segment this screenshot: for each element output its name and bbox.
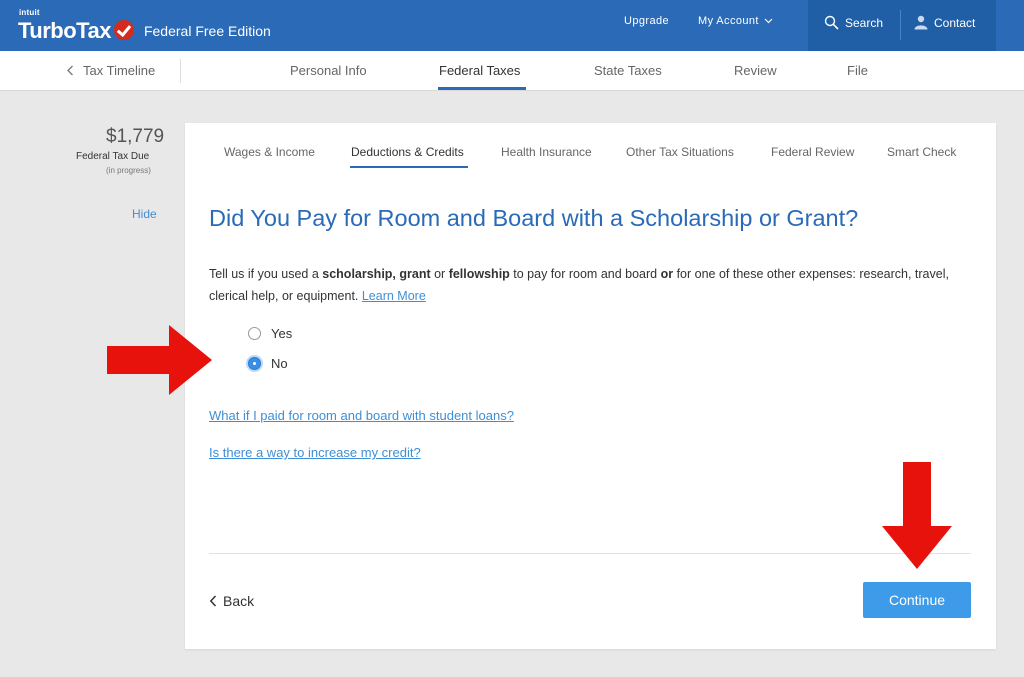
increase-credit-help-link[interactable]: Is there a way to increase my credit? <box>209 445 421 460</box>
student-loans-help-link[interactable]: What if I paid for room and board with s… <box>209 408 514 423</box>
desc-text: to pay for room and board <box>509 267 661 281</box>
radio-no-label: No <box>271 356 288 371</box>
subtab-smart-check[interactable]: Smart Check <box>887 145 956 159</box>
radio-button-selected[interactable] <box>248 357 261 370</box>
subtab-health-insurance[interactable]: Health Insurance <box>501 145 592 159</box>
chevron-left-icon <box>209 595 217 607</box>
back-label: Back <box>223 593 255 609</box>
tax-timeline-link[interactable]: Tax Timeline <box>66 63 155 78</box>
page-title: Did You Pay for Room and Board with a Sc… <box>209 205 859 231</box>
nav-federal-taxes[interactable]: Federal Taxes <box>439 63 520 78</box>
my-account-menu[interactable]: My Account <box>698 15 773 27</box>
person-icon <box>914 15 928 30</box>
learn-more-link[interactable]: Learn More <box>362 289 426 303</box>
checkmark-logo-icon <box>113 20 134 40</box>
radio-button[interactable] <box>248 327 261 340</box>
progress-status: (in progress) <box>106 166 151 175</box>
subtab-other-tax-situations[interactable]: Other Tax Situations <box>626 145 734 159</box>
contact-label: Contact <box>934 15 976 30</box>
federal-tax-label: Federal Tax Due <box>76 151 150 162</box>
nav-review[interactable]: Review <box>734 63 777 78</box>
my-account-label: My Account <box>698 15 759 27</box>
arrow-right-annotation-icon <box>107 325 212 395</box>
tax-timeline-label: Tax Timeline <box>83 63 156 78</box>
desc-bold: fellowship <box>448 267 510 281</box>
upgrade-link[interactable]: Upgrade <box>624 15 669 27</box>
search-label: Search <box>845 15 884 30</box>
radio-yes-label: Yes <box>271 326 293 341</box>
brand-name: TurboTax <box>18 18 111 43</box>
search-icon <box>824 15 839 30</box>
arrow-down-annotation-icon <box>882 462 952 569</box>
footer-divider <box>209 553 971 554</box>
header-divider <box>900 10 901 40</box>
subtab-active-indicator <box>350 166 468 168</box>
nav-active-indicator <box>438 87 526 90</box>
main-nav: Tax Timeline Personal Info Federal Taxes… <box>0 51 1024 91</box>
desc-bold: or <box>660 267 674 281</box>
nav-separator <box>180 59 181 83</box>
subtab-federal-review[interactable]: Federal Review <box>771 145 854 159</box>
chevron-down-icon <box>764 18 773 24</box>
nav-file[interactable]: File <box>847 63 868 78</box>
question-card: Wages & Income Deductions & Credits Heal… <box>185 123 996 649</box>
search-button[interactable]: Search <box>824 15 883 30</box>
federal-tax-amount: $1,779 <box>106 126 165 147</box>
edition-label: Federal Free Edition <box>143 23 271 39</box>
continue-button[interactable]: Continue <box>863 582 971 618</box>
contact-button[interactable]: Contact <box>914 15 975 30</box>
question-description: Tell us if you used a scholarship, grant… <box>209 263 969 307</box>
chevron-left-icon <box>67 65 73 76</box>
subtab-wages-income[interactable]: Wages & Income <box>224 145 315 159</box>
subtab-deductions-credits[interactable]: Deductions & Credits <box>351 145 464 159</box>
radio-no[interactable]: No <box>248 356 288 371</box>
hide-summary-link[interactable]: Hide <box>132 207 157 221</box>
back-button[interactable]: Back <box>209 593 254 609</box>
top-right-actions: Search Contact <box>808 0 996 51</box>
nav-state-taxes[interactable]: State Taxes <box>594 63 662 78</box>
desc-text: or <box>430 267 449 281</box>
desc-bold: scholarship, grant <box>322 267 431 281</box>
radio-yes[interactable]: Yes <box>248 326 292 341</box>
top-header: intuit TurboTax Federal Free Edition Upg… <box>0 0 1024 51</box>
turbotax-logo[interactable]: intuit TurboTax Federal Free Edition <box>18 8 271 44</box>
nav-personal-info[interactable]: Personal Info <box>290 63 367 78</box>
intuit-wordmark: intuit <box>19 8 40 17</box>
desc-text: Tell us if you used a <box>209 267 323 281</box>
